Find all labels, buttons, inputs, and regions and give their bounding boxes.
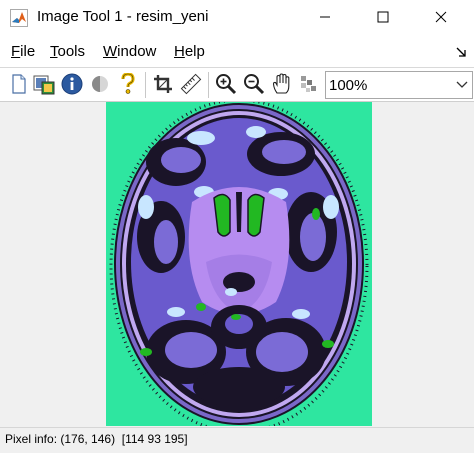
crop-button[interactable]	[152, 73, 174, 95]
menu-help[interactable]: Help	[174, 43, 205, 60]
zoom-in-button[interactable]	[215, 73, 237, 95]
dock-arrow-icon[interactable]	[454, 45, 468, 59]
menu-tools[interactable]: Tools	[50, 43, 85, 60]
close-icon	[435, 11, 447, 23]
menu-help-mnemonic: H	[174, 43, 185, 60]
measure-distance-button[interactable]	[180, 73, 202, 95]
displayed-image[interactable]	[106, 102, 372, 426]
window-title: Image Tool 1 - resim_yeni	[37, 8, 209, 25]
contrast-icon	[92, 76, 108, 92]
menu-tools-mnemonic: T	[50, 43, 58, 60]
info-icon	[61, 73, 83, 95]
close-button[interactable]	[418, 0, 464, 34]
measure-distance-icon	[180, 73, 202, 95]
pixel-region-button[interactable]	[298, 73, 320, 95]
minimize-button[interactable]	[302, 0, 348, 34]
menu-help-label: elp	[184, 43, 205, 60]
help-button[interactable]	[117, 73, 139, 95]
brain-mri-image	[109, 102, 369, 426]
menu-bar: File Tools Window Help	[0, 36, 474, 67]
menu-tools-label: ools	[57, 43, 86, 60]
pan-hand-icon	[272, 73, 290, 94]
maximize-icon	[377, 11, 389, 23]
title-bar: Image Tool 1 - resim_yeni	[0, 0, 474, 36]
image-window-icon	[33, 75, 55, 95]
menu-file[interactable]: File	[11, 43, 35, 60]
toolbar-separator	[145, 72, 146, 98]
adjust-contrast-button[interactable]	[89, 73, 111, 95]
zoom-select[interactable]: 100%	[325, 71, 473, 99]
pixel-region-icon	[301, 76, 316, 92]
status-bar: Pixel info: (176, 146) [114 93 195]	[0, 427, 474, 453]
minimize-icon	[320, 16, 330, 18]
zoom-value: 100%	[329, 77, 368, 94]
image-info-button[interactable]	[61, 73, 83, 95]
menu-file-label: ile	[20, 43, 36, 60]
zoom-out-icon	[244, 74, 265, 95]
menu-window-label: indow	[117, 43, 157, 60]
new-figure-button[interactable]	[8, 73, 30, 95]
help-icon	[121, 73, 135, 94]
crop-icon	[154, 75, 172, 93]
maximize-button[interactable]	[360, 0, 406, 34]
chevron-down-icon	[456, 81, 468, 88]
zoom-in-icon	[216, 74, 237, 95]
new-figure-icon	[12, 74, 26, 94]
menu-window[interactable]: Window	[103, 43, 156, 60]
toolbar-separator	[208, 72, 209, 98]
image-window-button[interactable]	[33, 73, 55, 95]
menu-file-mnemonic: F	[11, 43, 21, 60]
pixel-info-text: Pixel info: (176, 146) [114 93 195]	[5, 432, 188, 446]
zoom-out-button[interactable]	[243, 73, 265, 95]
pan-button[interactable]	[271, 73, 293, 95]
menu-window-mnemonic: W	[103, 43, 118, 60]
matlab-icon	[10, 9, 28, 27]
